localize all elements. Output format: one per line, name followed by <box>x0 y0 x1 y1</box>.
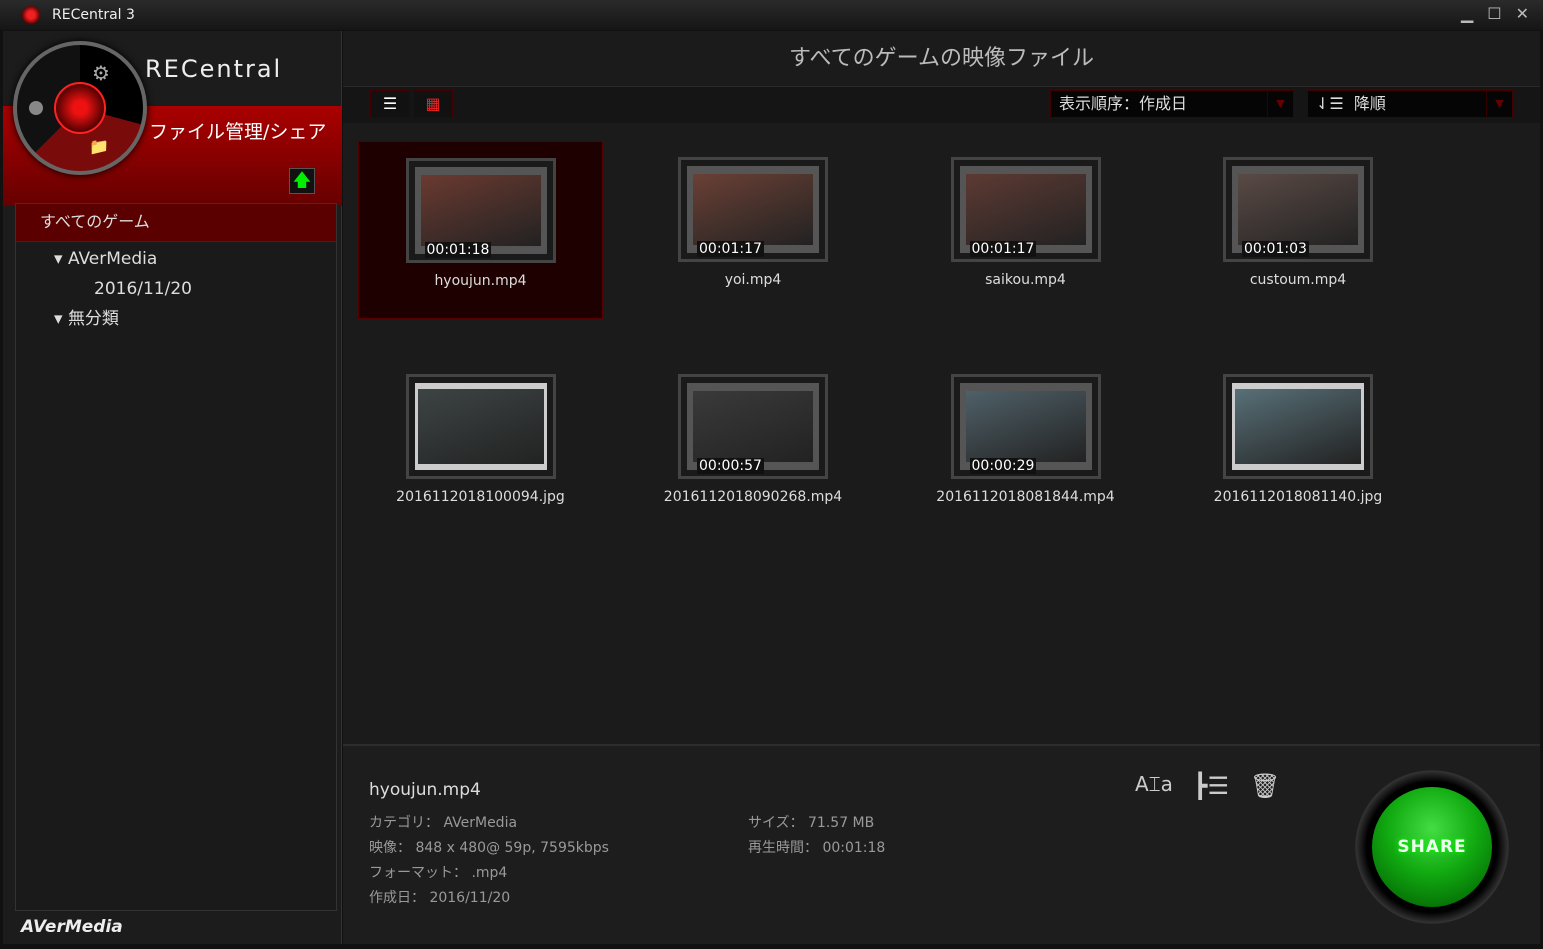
duration-label: 00:01:17 <box>697 241 764 257</box>
file-item[interactable]: 2016112018100094.jpg <box>358 358 603 505</box>
file-item[interactable]: 00:01:17 yoi.mp4 <box>631 141 876 288</box>
chevron-down-icon: ▼ <box>1267 91 1293 117</box>
file-thumbnail <box>1223 374 1373 479</box>
sidebar: ⚙ 📁 RECentral ファイル管理/シェア 🡅 すべてのゲーム ▾ AVe… <box>3 31 342 944</box>
detail-filename: hyoujun.mp4 <box>369 780 481 800</box>
chevron-down-icon: ▼ <box>1486 91 1512 117</box>
sort-field-value: 表示順序：作成日 <box>1059 94 1188 113</box>
grid-view-button[interactable]: ▦ <box>413 90 453 118</box>
window-title: RECentral 3 <box>52 7 135 23</box>
tree-node-label: AVerMedia <box>67 249 158 269</box>
detail-size: サイズ： 71.57 MB <box>748 815 875 831</box>
app-logo: RECentral <box>145 55 283 83</box>
thumbnail-image <box>965 174 1086 245</box>
record-mode-icon[interactable] <box>29 101 43 115</box>
tree-node-date[interactable]: 2016/11/20 <box>16 274 336 304</box>
file-thumbnail: 00:01:18 <box>405 158 556 263</box>
app-icon <box>22 6 40 24</box>
tree-node-uncategorized[interactable]: ▾ 無分類 <box>16 304 336 334</box>
file-name: 2016112018090268.mp4 <box>663 489 843 505</box>
file-item[interactable]: 00:01:03 custoum.mp4 <box>1176 141 1421 288</box>
tree-node-avermedia[interactable]: ▾ AVerMedia <box>16 244 336 274</box>
recentral-core-icon <box>54 82 106 134</box>
sort-order-value: 降順 <box>1353 94 1386 113</box>
file-thumbnail: 00:01:17 <box>950 157 1101 262</box>
upload-arrow-button[interactable]: 🡅 <box>289 168 315 194</box>
thumbnail-image <box>420 175 541 246</box>
file-name: 2016112018081844.mp4 <box>936 489 1115 505</box>
close-icon[interactable]: ✕ <box>1516 4 1529 23</box>
toolbar: ☰ ▦ 表示順序：作成日 ▼ ⇃☰ 降順 ▼ <box>343 87 1540 123</box>
file-item[interactable]: 00:01:18 hyoujun.mp4 <box>358 141 603 319</box>
category-tree: すべてのゲーム ▾ AVerMedia 2016/11/20 ▾ 無分類 <box>15 203 337 911</box>
trash-icon[interactable]: 🗑 <box>1250 772 1280 800</box>
file-name: yoi.mp4 <box>724 272 782 288</box>
list-view-button[interactable]: ☰ <box>370 90 410 118</box>
mode-dial[interactable]: ⚙ 📁 <box>13 41 147 175</box>
file-thumbnail <box>405 374 556 479</box>
thumbnail-image <box>693 391 813 462</box>
tree-node-label: 無分類 <box>67 309 119 329</box>
file-item[interactable]: 00:00:57 2016112018090268.mp4 <box>631 358 876 505</box>
detail-duration: 再生時間： 00:01:18 <box>748 840 886 856</box>
thumbnail-image <box>1235 389 1361 464</box>
file-name: saikou.mp4 <box>985 272 1066 288</box>
file-thumbnail: 00:00:29 <box>950 374 1101 479</box>
file-thumbnail: 00:00:57 <box>678 374 828 479</box>
file-name: custoum.mp4 <box>1249 272 1347 288</box>
section-title: ファイル管理/シェア <box>149 121 327 143</box>
file-thumbnail: 00:01:17 <box>678 157 828 262</box>
duration-label: 00:01:18 <box>424 242 492 258</box>
file-item[interactable]: 00:01:17 saikou.mp4 <box>903 141 1148 288</box>
file-name: 2016112018081140.jpg <box>1213 489 1383 505</box>
rename-icon[interactable]: A⌶a <box>1135 772 1173 796</box>
file-thumbnail: 00:01:03 <box>1223 157 1373 262</box>
file-item[interactable]: 2016112018081140.jpg <box>1176 358 1421 505</box>
thumbnail-image <box>1238 174 1358 245</box>
brand-logo: AVerMedia <box>21 917 123 937</box>
details-panel: hyoujun.mp4 カテゴリ： AVerMedia 映像： 848 x 48… <box>343 744 1540 944</box>
page-title: すべてのゲームの映像ファイル <box>343 31 1540 87</box>
sort-icon: ⇃☰ <box>1316 94 1344 113</box>
folder-icon[interactable]: 📁 <box>89 137 109 156</box>
thumbnail-image <box>417 389 544 464</box>
file-name: 2016112018100094.jpg <box>396 489 565 505</box>
thumbnail-image <box>693 174 813 245</box>
maximize-icon[interactable]: ☐ <box>1487 4 1501 23</box>
detail-created: 作成日： 2016/11/20 <box>369 890 511 906</box>
gear-icon[interactable]: ⚙ <box>92 61 110 85</box>
thumbnail-image <box>965 391 1086 462</box>
detail-format: フォーマット： .mp4 <box>369 865 508 881</box>
duration-label: 00:00:29 <box>969 458 1037 474</box>
minimize-icon[interactable]: ▁ <box>1461 4 1473 23</box>
share-button[interactable]: SHARE <box>1372 787 1492 907</box>
duration-label: 00:01:03 <box>1242 241 1309 257</box>
share-button-ring: SHARE <box>1355 770 1509 924</box>
sort-field-dropdown[interactable]: 表示順序：作成日 ▼ <box>1050 90 1294 118</box>
file-item[interactable]: 00:00:29 2016112018081844.mp4 <box>903 358 1148 505</box>
title-bar: RECentral 3 ▁ ☐ ✕ <box>0 0 1543 30</box>
sort-order-dropdown[interactable]: ⇃☰ 降順 ▼ <box>1307 90 1513 118</box>
duration-label: 00:01:17 <box>969 241 1037 257</box>
tree-item-all-games[interactable]: すべてのゲーム <box>16 204 336 242</box>
move-category-icon[interactable]: ┣☰ <box>1193 772 1229 800</box>
file-name: hyoujun.mp4 <box>434 273 527 289</box>
main-panel: すべてのゲームの映像ファイル ☰ ▦ 表示順序：作成日 ▼ ⇃☰ 降順 ▼ 00:0… <box>343 31 1540 944</box>
duration-label: 00:00:57 <box>697 458 764 474</box>
detail-category: カテゴリ： AVerMedia <box>369 815 518 831</box>
detail-video: 映像： 848 x 480@ 59p, 7595kbps <box>369 840 609 856</box>
